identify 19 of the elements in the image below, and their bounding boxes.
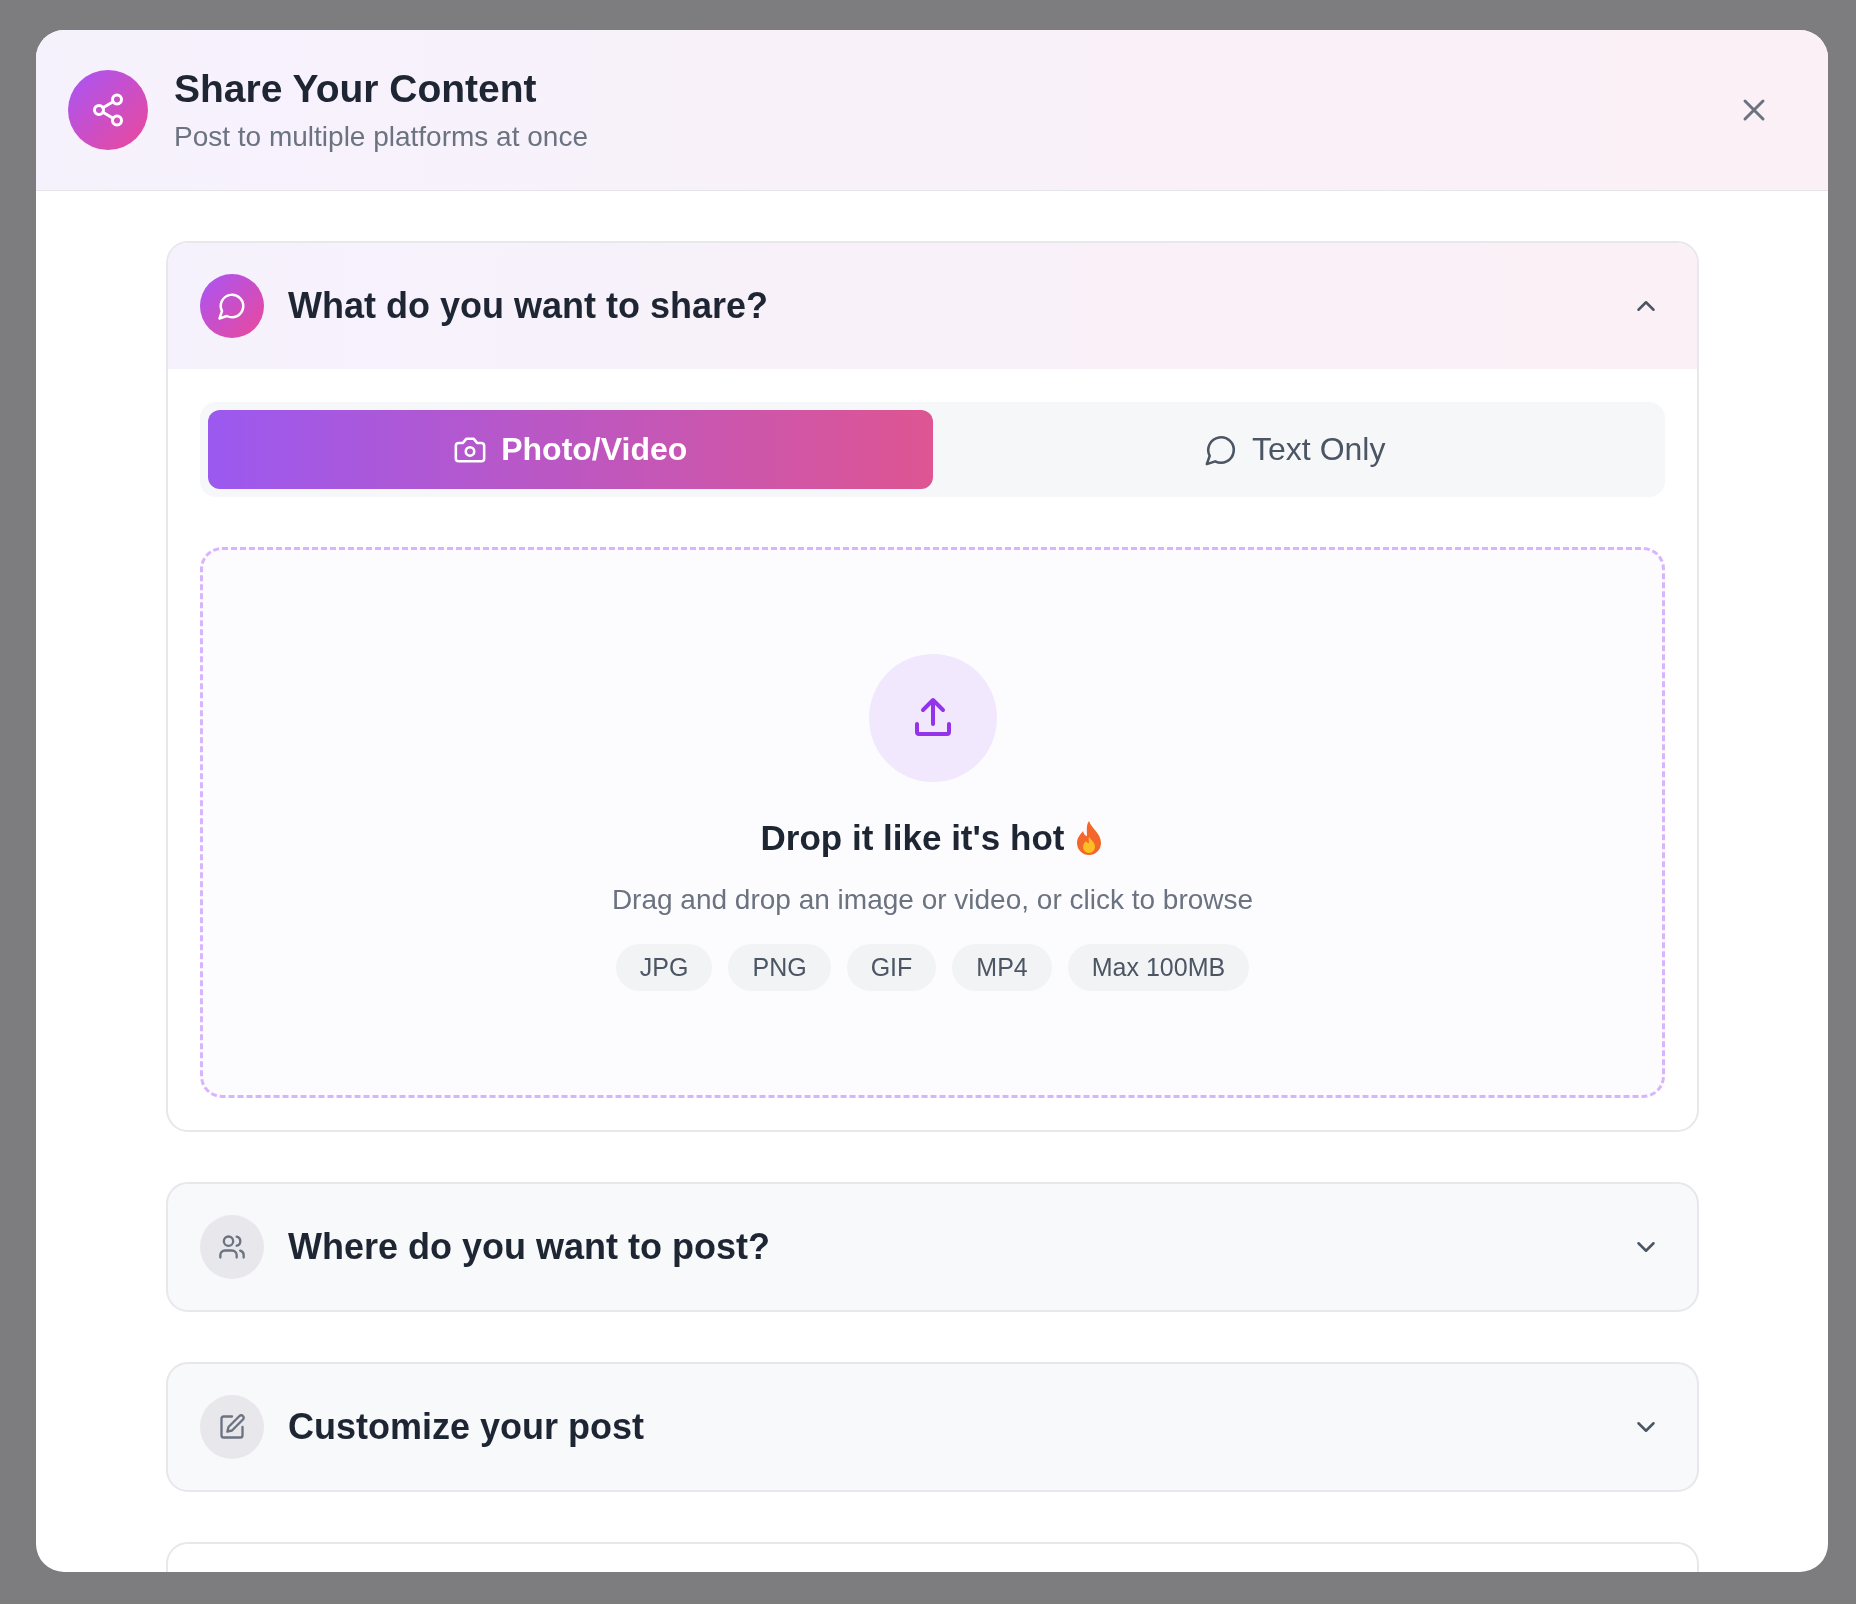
format-tag: Max 100MB bbox=[1067, 944, 1250, 991]
section-title: Customize your post bbox=[288, 1406, 646, 1448]
format-tag: PNG bbox=[728, 944, 831, 991]
edit-icon bbox=[218, 1413, 246, 1441]
chat-bubble-icon bbox=[217, 291, 247, 321]
format-tag: MP4 bbox=[952, 944, 1052, 991]
dropzone-hint: Drag and drop an image or video, or click to browse bbox=[611, 884, 1254, 916]
dropzone-heading: Drop it like it's hot bbox=[760, 818, 1065, 858]
upload-dropzone[interactable]: Drop it like it's hot Drag and drop an image or video, or click to browse JPG PNG GIF MP4 Max 100MB bbox=[200, 547, 1665, 1098]
share-icon bbox=[90, 92, 126, 128]
tab[interactable]: Photo/Video bbox=[208, 410, 933, 489]
format-tag: JPG bbox=[615, 944, 713, 991]
users-icon bbox=[218, 1233, 246, 1261]
tab[interactable]: Text Only bbox=[932, 410, 1657, 489]
section-title: What do you want to share? bbox=[288, 285, 769, 327]
format-tag: GIF bbox=[846, 944, 937, 991]
dialog-subtitle: Post to multiple platforms at once bbox=[174, 121, 589, 153]
section-title: Where do you want to post? bbox=[288, 1226, 771, 1268]
dialog-title: Share Your Content bbox=[174, 67, 538, 111]
